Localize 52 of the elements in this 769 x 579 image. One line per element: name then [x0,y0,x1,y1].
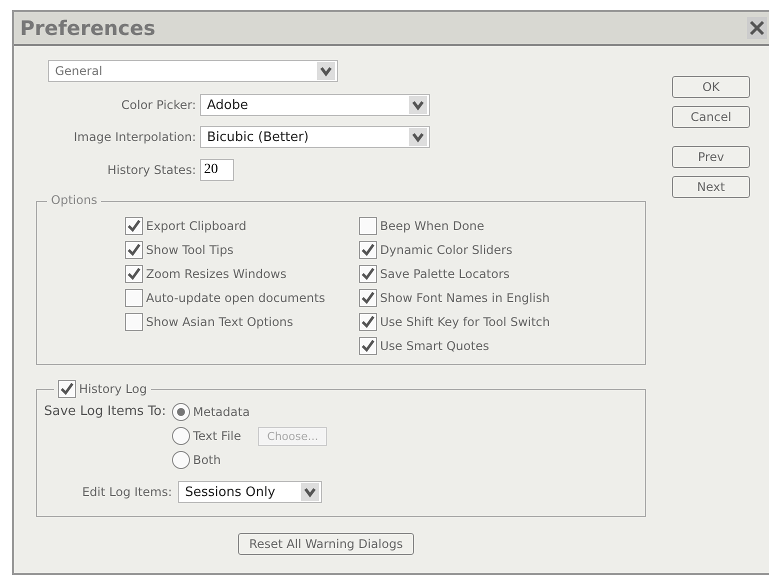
field-label: History States: [106,162,196,176]
checkbox[interactable] [359,265,377,283]
radio-button[interactable] [172,427,190,445]
checkbox-label: Beep When Done [380,219,484,233]
field-label: Image Interpolation: [72,130,196,144]
chevron-icon [317,62,335,80]
field-label: Color Picker: [120,98,196,112]
section-dropdown[interactable]: General [48,60,338,82]
checkbox-label: Dynamic Color Sliders [380,243,512,257]
checkbox-label: Show Asian Text Options [146,315,294,329]
checkbox[interactable] [359,241,377,259]
dialog-button[interactable]: Cancel [672,106,750,128]
checkbox[interactable] [58,380,76,398]
close-icon[interactable] [747,17,767,39]
dialog-button[interactable]: Next [672,176,750,198]
checkbox[interactable] [125,289,143,307]
checkbox-label: Show Tool Tips [146,243,234,257]
group-title: Options [47,193,102,207]
chevron-icon [409,96,427,114]
radio-button[interactable] [172,451,190,469]
field-label: Edit Log Items: [81,485,172,499]
radio-label: Text File [192,429,242,443]
checkbox-label: Show Font Names in English [380,291,550,305]
checkbox-label: History Log [79,382,147,396]
input-field[interactable]: 20 [200,159,234,181]
checkbox[interactable] [359,289,377,307]
checkbox-label: Export Clipboard [146,219,246,233]
checkbox[interactable] [125,313,143,331]
reset-button[interactable]: Reset All Warning Dialogs [238,533,414,555]
checkbox[interactable] [359,217,377,235]
field-label: Save Log Items To: [44,403,166,419]
window-title: Preferences [20,16,156,40]
checkbox[interactable] [359,337,377,355]
checkbox-label: Auto-update open documents [146,291,326,305]
checkbox-label: Zoom Resizes Windows [146,267,286,281]
dropdown-field[interactable]: Adobe [200,94,430,116]
dialog-button[interactable]: OK [672,76,750,98]
checkbox-label: Use Smart Quotes [380,339,490,353]
checkbox-label: Save Palette Locators [380,267,510,281]
chevron-icon [409,128,427,146]
radio-label: Metadata [192,405,250,419]
checkbox[interactable] [125,217,143,235]
dropdown-field[interactable]: Sessions Only [178,481,322,503]
dialog-button[interactable]: Prev [672,146,750,168]
chevron-icon [301,483,319,501]
checkbox[interactable] [125,265,143,283]
checkbox[interactable] [359,313,377,331]
checkbox-label: Use Shift Key for Tool Switch [380,315,550,329]
checkbox[interactable] [125,241,143,259]
dropdown-field[interactable]: Bicubic (Better) [200,126,430,148]
radio-label: Both [192,453,221,467]
radio-button[interactable] [172,403,190,421]
